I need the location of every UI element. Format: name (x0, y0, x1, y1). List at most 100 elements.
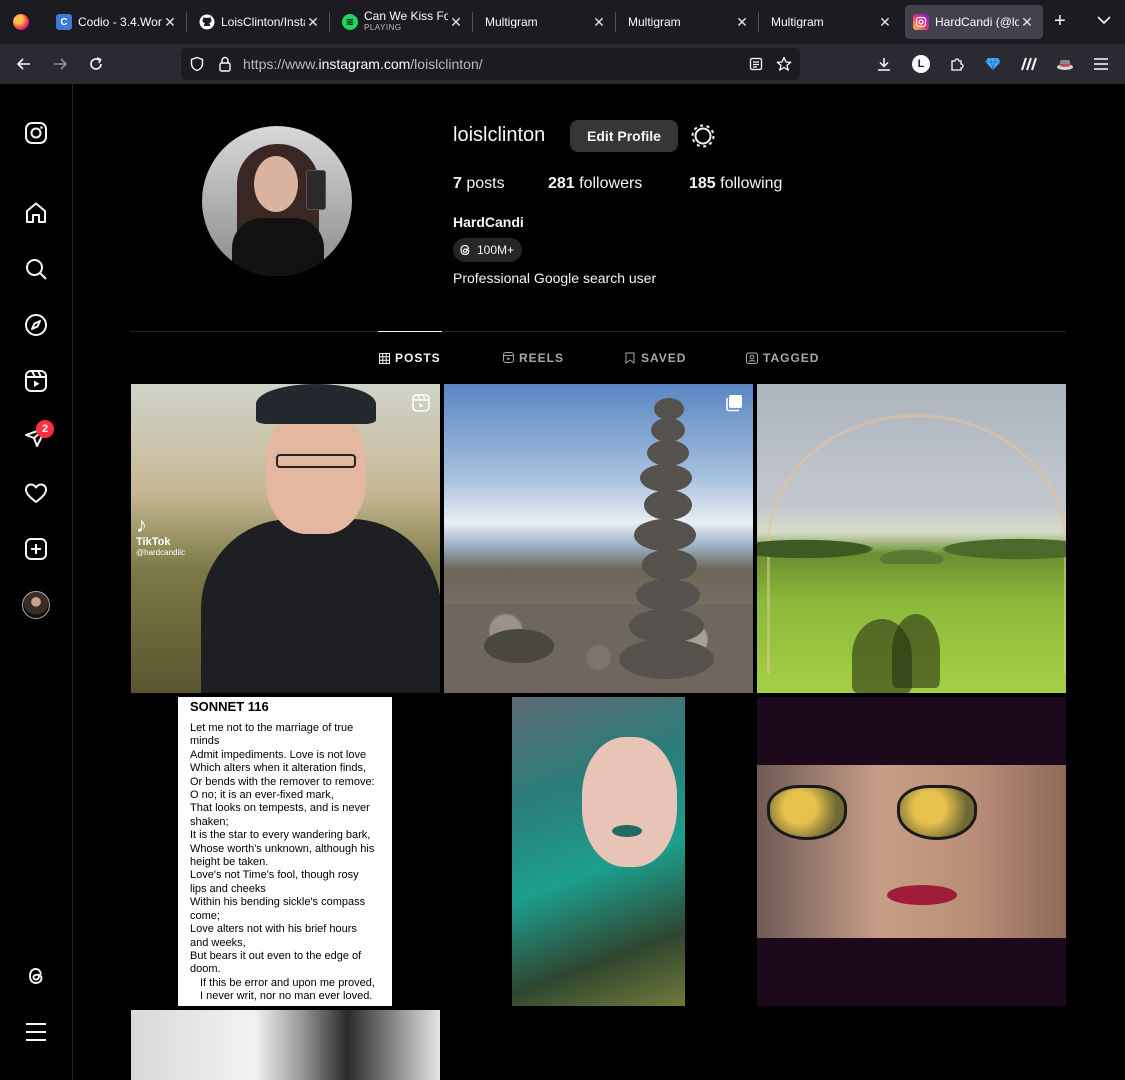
tab-separator (329, 12, 330, 32)
tab-title: Multigram (771, 16, 824, 28)
post-thumbnail-6[interactable] (757, 697, 1066, 1006)
profile-avatar[interactable] (202, 126, 352, 276)
tab-separator (186, 12, 187, 32)
browser-tab-multigram-1[interactable]: Multigram ✕ (477, 5, 615, 39)
following-link[interactable]: 185 following (689, 175, 782, 193)
post-thumbnail-2[interactable] (444, 384, 753, 693)
hamburger-menu-icon[interactable] (1089, 52, 1113, 76)
post-thumbnail-3[interactable] (757, 384, 1066, 693)
profile-avatar-small[interactable] (22, 591, 50, 619)
instagram-sidebar: 2 (0, 84, 73, 1080)
url-text[interactable]: https://www.instagram.com/loislclinton/ (243, 56, 483, 72)
tracking-shield-icon[interactable] (188, 55, 206, 73)
browser-tab-multigram-3[interactable]: Multigram ✕ (763, 5, 901, 39)
close-tab-icon[interactable]: ✕ (305, 14, 321, 31)
browser-nav-bar: https://www.instagram.com/loislclinton/ … (0, 44, 1125, 84)
tiktok-watermark-label: TikTok (136, 536, 171, 548)
posts-count: 7 (453, 175, 462, 192)
search-icon[interactable] (23, 256, 49, 282)
followers-link[interactable]: 281 followers (548, 175, 642, 193)
hat-extension-icon[interactable] (1053, 52, 1077, 76)
post-6-photo (757, 765, 1066, 938)
tab-title: Multigram (485, 16, 538, 28)
avatar-phone-shape (306, 170, 326, 210)
downloads-icon[interactable] (872, 52, 896, 76)
browser-tab-codio[interactable]: C Codio - 3.4.Work ✕ (48, 5, 186, 39)
instagram-logo-icon[interactable] (23, 120, 49, 146)
new-tab-icon[interactable]: + (1054, 10, 1066, 33)
posts-label: posts (466, 175, 505, 192)
url-path: /loislclinton/ (410, 56, 483, 72)
tab-label: TAGGED (763, 350, 820, 365)
firefox-logo-icon[interactable] (0, 0, 42, 44)
post-thumbnail-7[interactable] (131, 1010, 440, 1080)
threads-icon[interactable] (23, 963, 49, 989)
spotify-favicon-icon: ≋ (342, 14, 358, 30)
reel-indicator-icon (412, 394, 430, 412)
tab-playing-label: PLAYING (364, 23, 402, 32)
back-arrow-icon[interactable] (12, 52, 36, 76)
post-2-stone (484, 629, 554, 663)
post-thumbnail-4[interactable]: SONNET 116 Let me not to the marriage of… (131, 697, 440, 1006)
account-initial: L (912, 55, 930, 73)
reels-icon (502, 352, 514, 364)
url-bar[interactable]: https://www.instagram.com/loislclinton/ (181, 48, 800, 80)
messages-badge: 2 (36, 420, 54, 438)
post-thumbnail-1[interactable]: ♪ TikTok @hardcandilc (131, 384, 440, 693)
create-plus-icon[interactable] (23, 536, 49, 562)
post-6-lips-shape (887, 885, 957, 905)
tab-title: Codio - 3.4.Work (78, 16, 162, 28)
reader-view-icon[interactable] (747, 55, 765, 73)
post-2-stone (644, 490, 692, 520)
following-count: 185 (689, 175, 716, 192)
reload-icon[interactable] (84, 52, 108, 76)
close-tab-icon[interactable]: ✕ (448, 14, 464, 31)
close-tab-icon[interactable]: ✕ (591, 14, 607, 31)
sonnet-line: O no; it is an ever-fixed mark, (190, 789, 334, 802)
post-6-lens-shape (897, 785, 977, 840)
explore-compass-icon[interactable] (23, 312, 49, 338)
edit-profile-button[interactable]: Edit Profile (570, 120, 678, 152)
url-domain: instagram.com (318, 56, 411, 72)
browser-tab-spotify[interactable]: ≋ Can We Kiss For PLAYING ✕ (334, 5, 472, 39)
gem-extension-icon[interactable] (981, 52, 1005, 76)
post-thumbnail-5[interactable] (444, 697, 753, 1006)
lock-icon[interactable] (216, 55, 234, 73)
tiktok-watermark: ♪ TikTok @hardcandilc (136, 514, 185, 558)
sonnet-line: height be taken. (190, 856, 269, 869)
sonnet-line: Or bends with the remover to remove: (190, 775, 375, 788)
tab-title-block: Can We Kiss For PLAYING (364, 10, 448, 34)
threads-badge[interactable]: 100M+ (453, 238, 523, 262)
browser-tab-multigram-2[interactable]: Multigram ✕ (620, 5, 758, 39)
close-tab-icon[interactable]: ✕ (162, 14, 178, 31)
notifications-heart-icon[interactable] (23, 480, 49, 506)
instagram-favicon-icon (913, 14, 929, 30)
posts-count-stat: 7 posts (453, 175, 505, 193)
home-icon[interactable] (23, 200, 49, 226)
sonnet-line: shaken; (190, 815, 229, 828)
browser-tab-github[interactable]: LoisClinton/Insta ✕ (191, 5, 329, 39)
tab-reels[interactable]: REELS (502, 331, 564, 384)
tab-posts[interactable]: POSTS (378, 331, 442, 384)
tab-saved[interactable]: SAVED (624, 331, 686, 384)
close-tab-icon[interactable]: ✕ (734, 14, 750, 31)
forward-arrow-icon[interactable] (48, 52, 72, 76)
sonnet-line: If this be error and upon me proved, (200, 976, 375, 989)
list-all-tabs-icon[interactable] (1097, 12, 1111, 28)
more-menu-icon[interactable] (23, 1019, 49, 1045)
browser-tab-bar: C Codio - 3.4.Work ✕ LoisClinton/Insta ✕… (0, 0, 1125, 44)
followers-count: 281 (548, 175, 575, 192)
carousel-indicator-icon (725, 394, 743, 412)
stripes-extension-icon[interactable] (1017, 52, 1041, 76)
tab-tagged[interactable]: TAGGED (746, 331, 819, 384)
reels-icon[interactable] (23, 368, 49, 394)
sonnet-line: lips and cheeks (190, 882, 266, 895)
account-avatar-icon[interactable]: L (909, 52, 933, 76)
bookmark-star-icon[interactable] (775, 55, 793, 73)
browser-tab-instagram[interactable]: HardCandi (@loi ✕ (905, 5, 1043, 39)
close-tab-icon[interactable]: ✕ (1019, 14, 1035, 31)
close-tab-icon[interactable]: ✕ (877, 14, 893, 31)
extensions-puzzle-icon[interactable] (945, 52, 969, 76)
settings-gear-icon[interactable] (690, 123, 716, 149)
sonnet-line: That looks on tempests, and is never (190, 802, 370, 815)
